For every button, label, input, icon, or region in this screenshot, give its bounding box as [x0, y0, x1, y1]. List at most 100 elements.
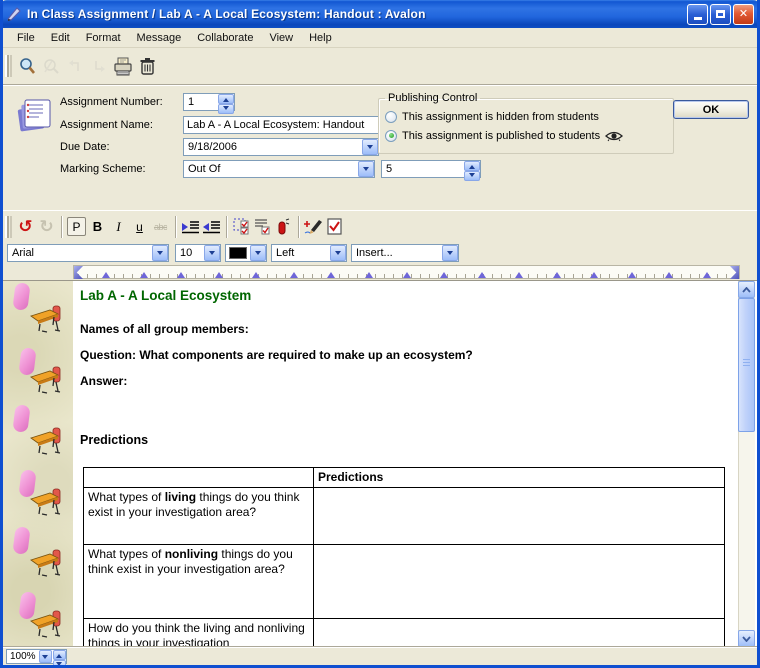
due-date-drop-arrow[interactable]: [362, 139, 378, 155]
application-window: In Class Assignment / Lab A - A Local Ec…: [0, 0, 760, 668]
font-color-dropdown[interactable]: [225, 244, 267, 262]
minimize-button[interactable]: [687, 4, 708, 25]
hidden-radio[interactable]: [385, 111, 397, 123]
zoom-drop-arrow[interactable]: [39, 650, 52, 663]
eye-icon: [605, 130, 623, 142]
align-drop-arrow[interactable]: [330, 245, 346, 261]
assignment-icon: [16, 94, 54, 134]
predictions-heading: Predictions: [80, 433, 148, 447]
table-header-row: Predictions: [84, 468, 725, 488]
menu-collaborate[interactable]: Collaborate: [189, 30, 261, 46]
color-swatch: [229, 247, 247, 259]
menu-help[interactable]: Help: [301, 30, 340, 46]
answer-line: Answer:: [80, 374, 127, 388]
format-bar: Arial 10 Left Insert...: [3, 242, 757, 264]
school-desk-clipart: [30, 366, 62, 394]
question-cell[interactable]: What types of nonliving things do you th…: [84, 545, 314, 619]
published-radio[interactable]: [385, 130, 397, 142]
font-family-drop-arrow[interactable]: [152, 245, 168, 261]
status-bar: 100%: [3, 647, 757, 665]
hidden-radio-label: This assignment is hidden from students: [402, 111, 599, 123]
publishing-control-group: Publishing Control This assignment is hi…: [378, 92, 674, 154]
editor-toolbar-grip[interactable]: [5, 216, 12, 238]
vertical-scrollbar[interactable]: [738, 281, 755, 647]
signature-pen-icon[interactable]: [303, 216, 324, 238]
marking-scheme-drop-arrow[interactable]: [358, 161, 374, 177]
menu-message[interactable]: Message: [129, 30, 190, 46]
scroll-down-button[interactable]: [738, 630, 755, 647]
menu-file[interactable]: File: [9, 30, 43, 46]
assignment-number-spin-buttons[interactable]: [218, 94, 234, 110]
out-of-stepper[interactable]: 5: [381, 160, 481, 178]
header-cell-empty[interactable]: [84, 468, 314, 488]
published-option-row[interactable]: This assignment is published to students: [385, 126, 667, 145]
zoom-spin-buttons[interactable]: [53, 650, 66, 663]
indent-icon[interactable]: [180, 216, 201, 238]
maximize-button[interactable]: [710, 4, 731, 25]
assignment-number-stepper[interactable]: 1: [183, 93, 235, 111]
menu-edit[interactable]: Edit: [43, 30, 78, 46]
predictions-table: Predictions What types of living things …: [83, 467, 725, 647]
title-bar[interactable]: In Class Assignment / Lab A - A Local Ec…: [0, 0, 760, 28]
scroll-up-button[interactable]: [738, 281, 755, 298]
document-page[interactable]: Lab A - A Local Ecosystem Names of all g…: [73, 281, 737, 647]
due-date-label: Due Date:: [60, 141, 110, 153]
eraser-clipart: [12, 282, 30, 311]
out-of-spin-buttons[interactable]: [464, 161, 480, 177]
zoom-level-combo[interactable]: 100%: [6, 649, 67, 664]
hidden-option-row[interactable]: This assignment is hidden from students: [385, 107, 667, 126]
scrollbar-thumb[interactable]: [738, 298, 755, 432]
checkbox-group-icon[interactable]: [231, 216, 252, 238]
font-color-drop-arrow[interactable]: [250, 245, 266, 261]
assignment-form: Assignment Number: 1 Assignment Name: Du…: [3, 86, 757, 209]
font-size-drop-arrow[interactable]: [204, 245, 220, 261]
close-button[interactable]: ✕: [733, 4, 754, 25]
assignment-name-field[interactable]: [183, 116, 379, 134]
merge-field-icon[interactable]: [273, 216, 294, 238]
toolbar-grip[interactable]: [5, 55, 12, 77]
question-cell[interactable]: How do you think the living and nonlivin…: [84, 619, 314, 648]
marking-scheme-label: Marking Scheme:: [60, 163, 146, 175]
eraser-clipart: [12, 404, 30, 433]
marking-scheme-dropdown[interactable]: Out Of: [183, 160, 375, 178]
publishing-control-legend: Publishing Control: [385, 92, 480, 104]
eraser-clipart: [12, 526, 30, 555]
underline-button[interactable]: u: [129, 216, 150, 238]
school-desk-clipart: [30, 549, 62, 577]
ruler-row: [3, 264, 757, 281]
editor-content: Lab A - A Local Ecosystem Names of all g…: [3, 281, 757, 647]
ruler: [73, 265, 740, 279]
paragraph-button[interactable]: P: [66, 216, 87, 238]
answer-cell[interactable]: [314, 488, 725, 545]
due-date-dropdown[interactable]: 9/18/2006: [183, 138, 379, 156]
menu-view[interactable]: View: [261, 30, 301, 46]
zoom-level-value: 100%: [7, 651, 39, 662]
font-family-dropdown[interactable]: Arial: [7, 244, 169, 262]
header-cell-predictions[interactable]: Predictions: [314, 468, 725, 488]
zoom-icon[interactable]: [15, 54, 39, 78]
question-cell[interactable]: What types of living things do you think…: [84, 488, 314, 545]
checklist-icon[interactable]: [252, 216, 273, 238]
table-row: What types of living things do you think…: [84, 488, 725, 545]
answer-cell[interactable]: [314, 619, 725, 648]
redo-icon: ↻: [36, 216, 57, 238]
outdent-icon[interactable]: [201, 216, 222, 238]
previous-icon: [63, 54, 87, 78]
decorative-margin: [3, 281, 73, 647]
next-icon: [87, 54, 111, 78]
ok-button[interactable]: OK: [673, 100, 749, 119]
school-desk-clipart: [30, 610, 62, 638]
insert-dropdown[interactable]: Insert...: [351, 244, 459, 262]
menu-format[interactable]: Format: [78, 30, 129, 46]
font-size-dropdown[interactable]: 10: [175, 244, 221, 262]
italic-button[interactable]: I: [108, 216, 129, 238]
answer-cell[interactable]: [314, 545, 725, 619]
print-icon[interactable]: [111, 54, 135, 78]
align-dropdown[interactable]: Left: [271, 244, 347, 262]
approve-check-icon[interactable]: [324, 216, 345, 238]
menu-bar: File Edit Format Message Collaborate Vie…: [3, 28, 757, 48]
undo-icon[interactable]: ↺: [15, 216, 36, 238]
bold-button[interactable]: B: [87, 216, 108, 238]
insert-drop-arrow[interactable]: [442, 245, 458, 261]
delete-icon[interactable]: [135, 54, 159, 78]
